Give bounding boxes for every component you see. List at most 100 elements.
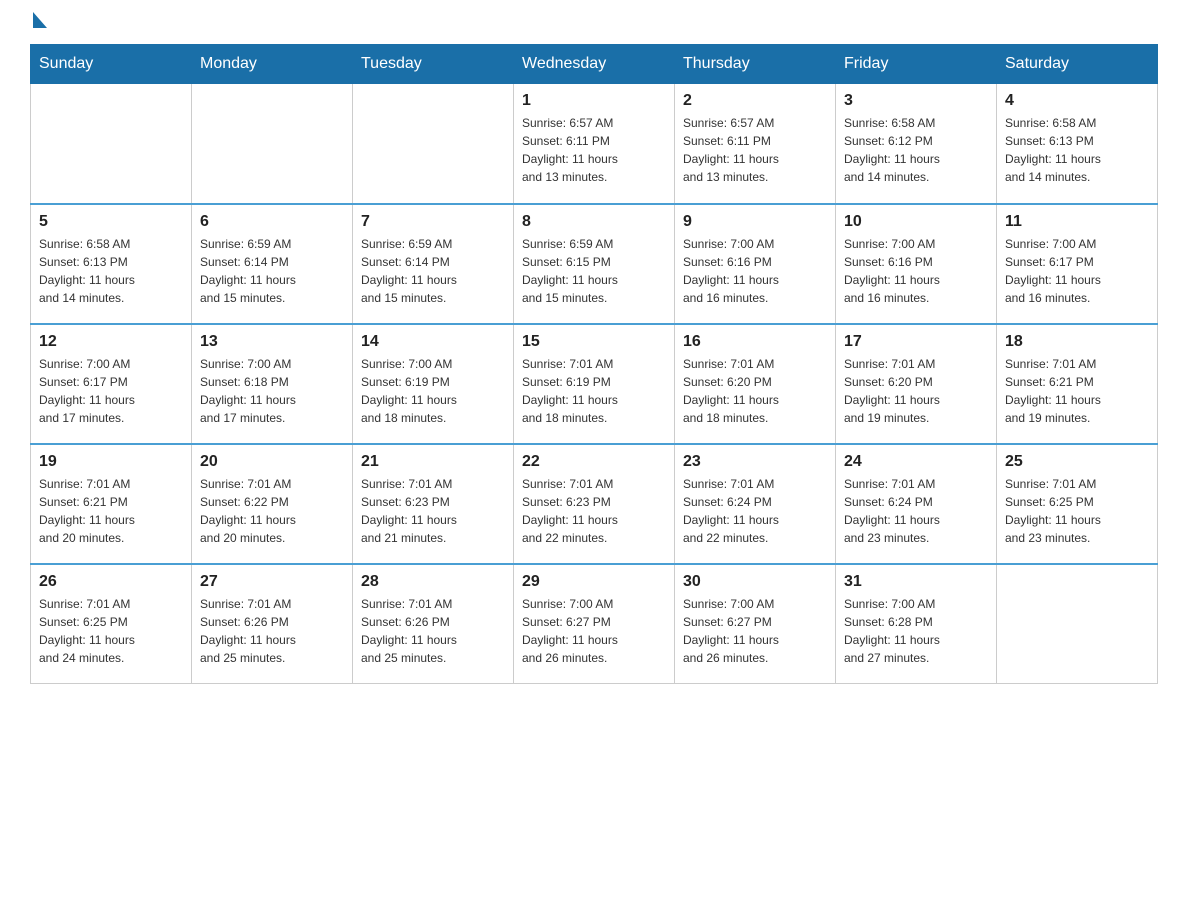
- weekday-header-sunday: Sunday: [31, 45, 192, 84]
- day-number: 13: [200, 333, 344, 351]
- calendar-cell: 17 Sunrise: 7:01 AMSunset: 6:20 PMDayligh…: [836, 324, 997, 444]
- calendar-cell: 14Sunrise: 7:00 AMSunset: 6:19 PMDayligh…: [353, 324, 514, 444]
- day-number: 16: [683, 333, 827, 351]
- day-info: Sunrise: 7:00 AMSunset: 6:17 PMDaylight:…: [39, 355, 183, 427]
- day-number: 20: [200, 453, 344, 471]
- day-number: 6: [200, 213, 344, 231]
- calendar-cell: 8 Sunrise: 6:59 AMSunset: 6:15 PMDaylight…: [514, 204, 675, 324]
- day-number: 10: [844, 213, 988, 231]
- logo-line1: [30, 20, 47, 28]
- day-info: Sunrise: 6:58 AMSunset: 6:13 PMDaylight:…: [39, 235, 183, 307]
- day-number: 26: [39, 573, 183, 591]
- calendar-cell: [997, 564, 1158, 684]
- day-info: Sunrise: 6:57 AMSunset: 6:11 PMDaylight:…: [522, 114, 666, 186]
- calendar-cell: 4Sunrise: 6:58 AMSunset: 6:13 PMDaylight…: [997, 84, 1158, 204]
- calendar-cell: 21 Sunrise: 7:01 AMSunset: 6:23 PMDayligh…: [353, 444, 514, 564]
- day-number: 11: [1005, 213, 1149, 231]
- calendar-cell: 19 Sunrise: 7:01 AMSunset: 6:21 PMDayligh…: [31, 444, 192, 564]
- calendar-cell: 5 Sunrise: 6:58 AMSunset: 6:13 PMDaylight…: [31, 204, 192, 324]
- calendar-cell: 29 Sunrise: 7:00 AMSunset: 6:27 PMDayligh…: [514, 564, 675, 684]
- weekday-header-wednesday: Wednesday: [514, 45, 675, 84]
- calendar-cell: 22 Sunrise: 7:01 AMSunset: 6:23 PMDayligh…: [514, 444, 675, 564]
- page-header: [30, 20, 1158, 24]
- calendar-cell: 26Sunrise: 7:01 AMSunset: 6:25 PMDayligh…: [31, 564, 192, 684]
- calendar-cell: 30Sunrise: 7:00 AMSunset: 6:27 PMDayligh…: [675, 564, 836, 684]
- calendar-cell: 31Sunrise: 7:00 AMSunset: 6:28 PMDayligh…: [836, 564, 997, 684]
- day-number: 31: [844, 573, 988, 591]
- calendar-week-row: 1 Sunrise: 6:57 AMSunset: 6:11 PMDaylight…: [31, 84, 1158, 204]
- calendar-week-row: 12 Sunrise: 7:00 AMSunset: 6:17 PMDayligh…: [31, 324, 1158, 444]
- calendar-cell: 24 Sunrise: 7:01 AMSunset: 6:24 PMDayligh…: [836, 444, 997, 564]
- calendar-table: SundayMondayTuesdayWednesdayThursdayFrid…: [30, 44, 1158, 684]
- calendar-cell: 6 Sunrise: 6:59 AMSunset: 6:14 PMDaylight…: [192, 204, 353, 324]
- day-number: 27: [200, 573, 344, 591]
- day-number: 30: [683, 573, 827, 591]
- day-number: 24: [844, 453, 988, 471]
- day-number: 21: [361, 453, 505, 471]
- day-number: 8: [522, 213, 666, 231]
- day-number: 5: [39, 213, 183, 231]
- day-info: Sunrise: 7:01 AMSunset: 6:24 PMDaylight:…: [683, 475, 827, 547]
- day-info: Sunrise: 6:59 AMSunset: 6:14 PMDaylight:…: [200, 235, 344, 307]
- calendar-week-row: 26Sunrise: 7:01 AMSunset: 6:25 PMDayligh…: [31, 564, 1158, 684]
- day-number: 22: [522, 453, 666, 471]
- day-number: 12: [39, 333, 183, 351]
- weekday-header-friday: Friday: [836, 45, 997, 84]
- calendar-cell: 27 Sunrise: 7:01 AMSunset: 6:26 PMDayligh…: [192, 564, 353, 684]
- day-number: 2: [683, 92, 827, 110]
- calendar-cell: 13Sunrise: 7:00 AMSunset: 6:18 PMDayligh…: [192, 324, 353, 444]
- calendar-cell: 23 Sunrise: 7:01 AMSunset: 6:24 PMDayligh…: [675, 444, 836, 564]
- calendar-cell: 28Sunrise: 7:01 AMSunset: 6:26 PMDayligh…: [353, 564, 514, 684]
- calendar-cell: 15 Sunrise: 7:01 AMSunset: 6:19 PMDayligh…: [514, 324, 675, 444]
- weekday-header-saturday: Saturday: [997, 45, 1158, 84]
- calendar-week-row: 5 Sunrise: 6:58 AMSunset: 6:13 PMDaylight…: [31, 204, 1158, 324]
- day-number: 1: [522, 92, 666, 110]
- day-info: Sunrise: 6:59 AMSunset: 6:15 PMDaylight:…: [522, 235, 666, 307]
- day-number: 25: [1005, 453, 1149, 471]
- day-info: Sunrise: 7:00 AMSunset: 6:27 PMDaylight:…: [522, 595, 666, 667]
- calendar-cell: 7Sunrise: 6:59 AMSunset: 6:14 PMDaylight…: [353, 204, 514, 324]
- day-info: Sunrise: 6:58 AMSunset: 6:13 PMDaylight:…: [1005, 114, 1149, 186]
- day-number: 15: [522, 333, 666, 351]
- day-number: 29: [522, 573, 666, 591]
- calendar-cell: 10 Sunrise: 7:00 AMSunset: 6:16 PMDayligh…: [836, 204, 997, 324]
- day-number: 9: [683, 213, 827, 231]
- day-info: Sunrise: 7:01 AMSunset: 6:23 PMDaylight:…: [522, 475, 666, 547]
- calendar-cell: [353, 84, 514, 204]
- day-info: Sunrise: 7:01 AMSunset: 6:22 PMDaylight:…: [200, 475, 344, 547]
- weekday-header-thursday: Thursday: [675, 45, 836, 84]
- day-number: 17: [844, 333, 988, 351]
- day-info: Sunrise: 7:01 AMSunset: 6:26 PMDaylight:…: [361, 595, 505, 667]
- logo-arrow-icon: [33, 12, 47, 28]
- day-info: Sunrise: 7:01 AMSunset: 6:21 PMDaylight:…: [1005, 355, 1149, 427]
- day-info: Sunrise: 7:01 AMSunset: 6:21 PMDaylight:…: [39, 475, 183, 547]
- day-info: Sunrise: 7:01 AMSunset: 6:19 PMDaylight:…: [522, 355, 666, 427]
- calendar-cell: 2 Sunrise: 6:57 AMSunset: 6:11 PMDaylight…: [675, 84, 836, 204]
- day-info: Sunrise: 7:01 AMSunset: 6:26 PMDaylight:…: [200, 595, 344, 667]
- day-info: Sunrise: 7:00 AMSunset: 6:17 PMDaylight:…: [1005, 235, 1149, 307]
- calendar-cell: 16Sunrise: 7:01 AMSunset: 6:20 PMDayligh…: [675, 324, 836, 444]
- day-info: Sunrise: 7:00 AMSunset: 6:19 PMDaylight:…: [361, 355, 505, 427]
- day-number: 23: [683, 453, 827, 471]
- day-info: Sunrise: 6:57 AMSunset: 6:11 PMDaylight:…: [683, 114, 827, 186]
- calendar-cell: 25 Sunrise: 7:01 AMSunset: 6:25 PMDayligh…: [997, 444, 1158, 564]
- calendar-cell: 3 Sunrise: 6:58 AMSunset: 6:12 PMDaylight…: [836, 84, 997, 204]
- day-number: 19: [39, 453, 183, 471]
- day-info: Sunrise: 7:01 AMSunset: 6:25 PMDaylight:…: [1005, 475, 1149, 547]
- day-info: Sunrise: 7:00 AMSunset: 6:16 PMDaylight:…: [844, 235, 988, 307]
- calendar-week-row: 19 Sunrise: 7:01 AMSunset: 6:21 PMDayligh…: [31, 444, 1158, 564]
- day-number: 7: [361, 213, 505, 231]
- calendar-cell: 1 Sunrise: 6:57 AMSunset: 6:11 PMDaylight…: [514, 84, 675, 204]
- weekday-header-monday: Monday: [192, 45, 353, 84]
- calendar-cell: [192, 84, 353, 204]
- day-info: Sunrise: 7:01 AMSunset: 6:23 PMDaylight:…: [361, 475, 505, 547]
- logo: [30, 20, 47, 22]
- day-info: Sunrise: 7:01 AMSunset: 6:20 PMDaylight:…: [844, 355, 988, 427]
- day-info: Sunrise: 7:01 AMSunset: 6:24 PMDaylight:…: [844, 475, 988, 547]
- calendar-cell: [31, 84, 192, 204]
- day-number: 3: [844, 92, 988, 110]
- day-number: 18: [1005, 333, 1149, 351]
- calendar-cell: 12 Sunrise: 7:00 AMSunset: 6:17 PMDayligh…: [31, 324, 192, 444]
- day-info: Sunrise: 6:58 AMSunset: 6:12 PMDaylight:…: [844, 114, 988, 186]
- weekday-header-row: SundayMondayTuesdayWednesdayThursdayFrid…: [31, 45, 1158, 84]
